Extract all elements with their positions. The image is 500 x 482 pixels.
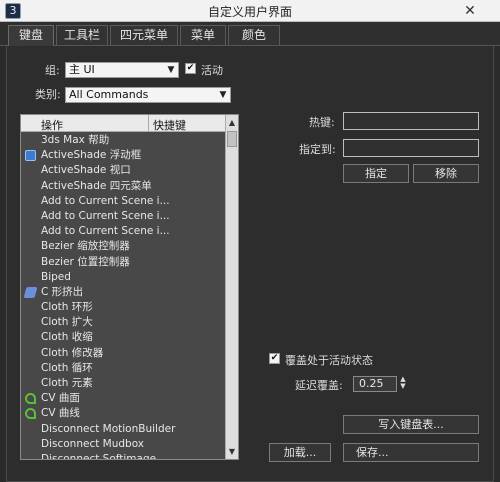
hotkey-field[interactable] (343, 112, 479, 130)
list-item-label: ActiveShade 视口 (41, 164, 131, 177)
scroll-thumb[interactable] (227, 131, 237, 147)
list-item-label: Cloth 收缩 (41, 331, 93, 344)
list-item-label: ActiveShade 浮动框 (41, 149, 142, 162)
list-item-label: Cloth 扩大 (41, 316, 93, 329)
remove-button[interactable]: 移除 (413, 164, 479, 183)
cv-surface-icon (25, 393, 36, 405)
list-item[interactable]: 3ds Max 帮助 (21, 133, 226, 148)
list-item[interactable]: CV 曲线 (21, 406, 226, 421)
list-item-label: Cloth 循环 (41, 361, 93, 374)
list-item[interactable]: Cloth 扩大 (21, 315, 226, 330)
column-divider (148, 115, 149, 132)
list-item-label: Add to Current Scene i... (41, 209, 170, 222)
close-button[interactable]: ✕ (448, 2, 492, 20)
chevron-down-icon: ▼ (167, 65, 175, 75)
list-item-label: Add to Current Scene i... (41, 225, 170, 238)
list-scrollbar[interactable]: ▲ ▼ (225, 115, 238, 459)
list-item-label: Bezier 缩放控制器 (41, 240, 130, 253)
list-item-label: Disconnect MotionBuilder (41, 422, 176, 435)
window-title: 自定义用户界面 (207, 5, 292, 19)
category-value: All Commands (69, 88, 149, 101)
list-item[interactable]: ActiveShade 视口 (21, 163, 226, 178)
delay-label: 延迟覆盖: (295, 379, 343, 392)
chevron-down-icon: ▼ (219, 90, 227, 100)
list-item[interactable]: Add to Current Scene i... (21, 194, 226, 209)
list-item[interactable]: C 形挤出 (21, 285, 226, 300)
list-item-label: 3ds Max 帮助 (41, 134, 110, 146)
cv-curve-icon (25, 408, 36, 420)
list-item-label: CV 曲面 (41, 392, 80, 405)
override-checkbox[interactable]: ✔ (269, 353, 280, 364)
write-keyboard-chart-button[interactable]: 写入键盘表... (343, 415, 479, 434)
list-item[interactable]: Disconnect Mudbox (21, 437, 226, 452)
title-bar: 3 自定义用户界面 ✕ (0, 0, 500, 22)
delay-value: 0.25 (359, 377, 384, 390)
override-label: 覆盖处于活动状态 (285, 354, 373, 367)
list-item-label: Add to Current Scene i... (41, 194, 170, 207)
list-item-label: C 形挤出 (41, 285, 84, 298)
delay-spinner[interactable]: 0.25 (353, 376, 397, 392)
save-button[interactable]: 保存... (343, 443, 479, 462)
list-item-label: Cloth 环形 (41, 301, 93, 314)
load-button[interactable]: 加载... (269, 443, 331, 462)
c-extrude-icon (23, 286, 38, 298)
list-item[interactable]: ActiveShade 浮动框 (21, 148, 226, 163)
tab-bar: 键盘 工具栏 四元菜单 菜单 颜色 (0, 22, 500, 46)
list-item-label: Disconnect Mudbox (41, 437, 145, 450)
assigned-to-label: 指定到: (299, 143, 336, 156)
list-item[interactable]: CV 曲面 (21, 391, 226, 406)
list-item-label: Biped (41, 270, 71, 283)
list-item[interactable]: Cloth 循环 (21, 361, 226, 376)
scroll-down-icon[interactable]: ▼ (226, 445, 238, 458)
activeshade-icon (25, 150, 36, 162)
list-item[interactable]: Bezier 缩放控制器 (21, 239, 226, 254)
list-item-label: Disconnect Softimage (41, 452, 157, 460)
keyboard-panel: 组: 主 UI ▼ ✔ 活动 类别: All Commands ▼ 操作 快捷键… (6, 46, 494, 482)
list-header: 操作 快捷键 (21, 115, 226, 132)
list-item-label: Bezier 位置控制器 (41, 255, 130, 268)
group-dropdown[interactable]: 主 UI ▼ (65, 62, 179, 78)
list-item[interactable]: Biped (21, 270, 226, 285)
tab-toolbars[interactable]: 工具栏 (56, 25, 108, 45)
action-list[interactable]: 操作 快捷键 3ds Max 帮助 ActiveShade 浮动框 ActiveSh… (20, 114, 239, 460)
list-item[interactable]: Cloth 收缩 (21, 330, 226, 345)
assigned-to-field[interactable] (343, 139, 479, 157)
list-item[interactable]: ActiveShade 四元菜单 (21, 179, 226, 194)
category-dropdown[interactable]: All Commands ▼ (65, 87, 231, 103)
category-label: 类别: (35, 88, 61, 101)
hotkey-label: 热键: (309, 116, 335, 129)
list-item[interactable]: Add to Current Scene i... (21, 209, 226, 224)
list-item-label: ActiveShade 四元菜单 (41, 179, 152, 192)
list-item-label: Cloth 元素 (41, 377, 93, 389)
spinner-arrows-icon[interactable]: ▲ ▼ (398, 376, 408, 392)
list-rows: 3ds Max 帮助 ActiveShade 浮动框 ActiveShade 视口 A… (21, 133, 226, 460)
list-item[interactable]: Disconnect Softimage (21, 452, 226, 460)
tab-quad-menus[interactable]: 四元菜单 (110, 25, 178, 45)
tab-keyboard[interactable]: 键盘 (8, 25, 54, 46)
list-item[interactable]: Cloth 环形 (21, 300, 226, 315)
list-item[interactable]: Cloth 修改器 (21, 346, 226, 361)
list-item[interactable]: Cloth 元素 (21, 376, 226, 391)
list-item-label: Cloth 修改器 (41, 346, 104, 359)
list-item[interactable]: Bezier 位置控制器 (21, 255, 226, 270)
list-item[interactable]: Disconnect MotionBuilder (21, 422, 226, 437)
scroll-up-icon[interactable]: ▲ (226, 116, 238, 129)
list-item[interactable]: Add to Current Scene i... (21, 224, 226, 239)
active-label: 活动 (201, 64, 223, 77)
assign-button[interactable]: 指定 (343, 164, 409, 183)
tab-menus[interactable]: 菜单 (180, 25, 226, 45)
column-header-shortcut[interactable]: 快捷键 (153, 117, 186, 133)
tab-colors[interactable]: 颜色 (228, 25, 280, 45)
list-item-label: CV 曲线 (41, 407, 80, 420)
column-header-action[interactable]: 操作 (41, 117, 63, 133)
group-label: 组: (45, 64, 60, 77)
group-value: 主 UI (69, 63, 95, 76)
active-checkbox[interactable]: ✔ (185, 63, 196, 74)
